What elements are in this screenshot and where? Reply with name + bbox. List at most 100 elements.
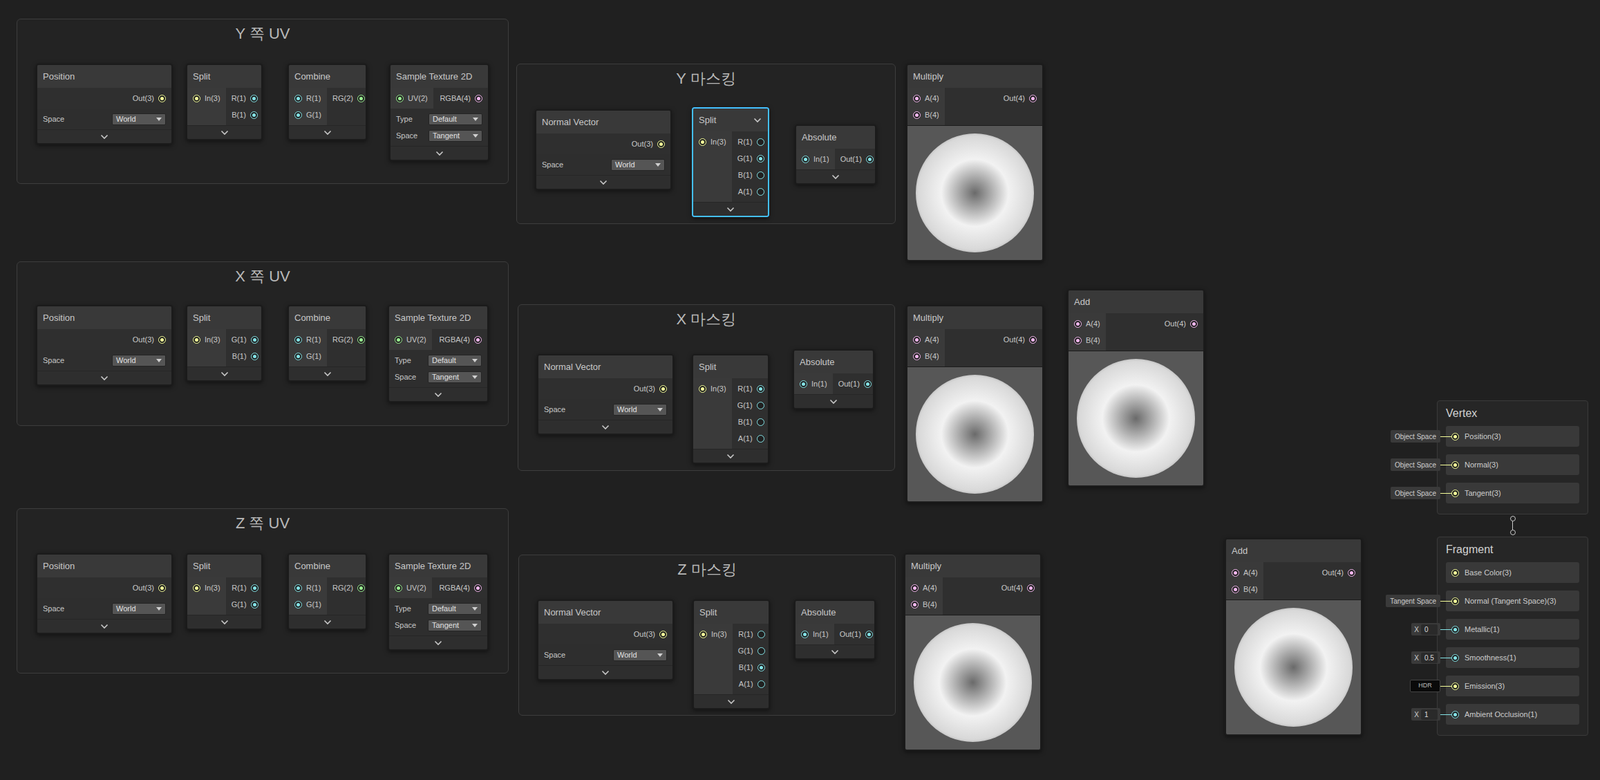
node-header[interactable]: Sample Texture 2D bbox=[389, 306, 488, 329]
node-header[interactable]: Combine bbox=[288, 554, 366, 578]
shader-node[interactable]: CombineR(1)G(1)RG(2) bbox=[287, 304, 367, 382]
output-port[interactable]: Out(3) bbox=[37, 331, 172, 348]
node-header[interactable]: Combine bbox=[288, 306, 366, 329]
node-header[interactable]: Multiply bbox=[907, 64, 1043, 88]
output-port[interactable]: B(1) bbox=[731, 413, 770, 430]
port-dot[interactable] bbox=[250, 584, 259, 592]
port-dot[interactable] bbox=[1451, 625, 1460, 634]
shader-node[interactable]: SplitIn(3)R(1)G(1) bbox=[185, 552, 263, 630]
node-header[interactable]: Normal Vector bbox=[536, 110, 671, 134]
chevron-icon[interactable] bbox=[219, 370, 230, 378]
port-dot[interactable] bbox=[657, 140, 665, 148]
port-dot[interactable] bbox=[294, 335, 303, 344]
chevron-icon[interactable] bbox=[830, 648, 840, 656]
field-dropdown[interactable]: Tangent bbox=[427, 619, 482, 632]
chevron-icon[interactable] bbox=[99, 622, 110, 630]
input-port[interactable]: In(3) bbox=[693, 380, 732, 397]
input-port[interactable]: B(4) bbox=[1068, 331, 1106, 349]
input-port[interactable]: A(4) bbox=[1068, 315, 1106, 332]
port-dot[interactable] bbox=[158, 335, 166, 344]
output-port[interactable]: RGBA(4) bbox=[431, 331, 488, 348]
output-port[interactable]: Out(1) bbox=[832, 375, 875, 392]
shader-node[interactable]: MultiplyA(4)B(4)Out(4) bbox=[906, 63, 1044, 262]
input-port[interactable]: G(1) bbox=[288, 347, 327, 365]
number-field[interactable]: X0.5 bbox=[1411, 651, 1441, 664]
chevron-icon[interactable] bbox=[725, 205, 736, 213]
input-port[interactable]: R(1) bbox=[288, 331, 327, 348]
stack-slot[interactable]: Base Color(3) bbox=[1445, 561, 1580, 583]
output-port[interactable]: A(1) bbox=[731, 183, 770, 200]
shader-node[interactable]: Normal VectorOut(3)SpaceWorld bbox=[534, 109, 672, 191]
port-dot[interactable] bbox=[1451, 460, 1460, 469]
shader-node[interactable]: Sample Texture 2DUV(2)RGBA(4)TypeDefault… bbox=[389, 63, 490, 162]
port-dot[interactable] bbox=[866, 155, 874, 164]
slot-input[interactable]: X0 bbox=[1411, 622, 1456, 636]
slot-input[interactable]: Object Space bbox=[1390, 486, 1456, 500]
output-port[interactable]: G(1) bbox=[731, 149, 770, 167]
input-port[interactable]: In(3) bbox=[693, 625, 733, 643]
port-dot[interactable] bbox=[756, 418, 765, 426]
port-dot[interactable] bbox=[294, 584, 303, 592]
port-dot[interactable] bbox=[756, 434, 765, 443]
port-dot[interactable] bbox=[659, 630, 667, 638]
input-port[interactable]: R(1) bbox=[288, 579, 327, 596]
chevron-icon[interactable] bbox=[828, 398, 839, 406]
port-dot[interactable] bbox=[474, 584, 482, 592]
node-header[interactable]: Position bbox=[37, 554, 172, 578]
output-port[interactable]: R(1) bbox=[226, 579, 263, 596]
stack-slot[interactable]: X1Ambient Occlusion(1) bbox=[1445, 703, 1580, 725]
port-dot[interactable] bbox=[913, 335, 921, 344]
field-dropdown[interactable]: Default bbox=[428, 113, 483, 126]
node-header[interactable]: Split bbox=[187, 64, 262, 88]
shader-node[interactable]: AddA(4)B(4)Out(4) bbox=[1224, 537, 1363, 736]
shader-node[interactable]: AddA(4)B(4)Out(4) bbox=[1067, 288, 1205, 487]
port-dot[interactable] bbox=[910, 584, 919, 592]
input-port[interactable]: B(4) bbox=[905, 595, 943, 613]
node-header[interactable]: Position bbox=[37, 64, 172, 88]
output-port[interactable]: B(1) bbox=[732, 658, 770, 676]
shader-node[interactable]: SplitIn(3)R(1)G(1)B(1)A(1) bbox=[692, 599, 770, 710]
output-port[interactable]: Out(3) bbox=[536, 135, 671, 153]
chevron-icon[interactable] bbox=[433, 391, 444, 399]
port-dot[interactable] bbox=[1231, 568, 1240, 577]
field-dropdown[interactable]: World bbox=[111, 602, 166, 615]
port-dot[interactable] bbox=[192, 584, 201, 592]
port-dot[interactable] bbox=[757, 646, 766, 655]
port-dot[interactable] bbox=[659, 384, 667, 393]
shader-node[interactable]: PositionOut(3)SpaceWorld bbox=[35, 304, 173, 386]
shader-node[interactable]: MultiplyA(4)B(4)Out(4) bbox=[906, 304, 1044, 503]
chevron-icon[interactable] bbox=[219, 129, 230, 137]
chevron-icon[interactable] bbox=[322, 618, 333, 626]
port-dot[interactable] bbox=[357, 335, 365, 344]
node-header[interactable]: Multiply bbox=[905, 554, 1041, 578]
input-port[interactable]: G(1) bbox=[288, 106, 327, 124]
port-dot[interactable] bbox=[1451, 432, 1460, 441]
port-dot[interactable] bbox=[192, 94, 201, 103]
chevron-icon[interactable] bbox=[726, 698, 737, 705]
port-dot[interactable] bbox=[698, 138, 707, 146]
port-dot[interactable] bbox=[757, 680, 766, 688]
input-port[interactable]: UV(2) bbox=[389, 331, 432, 348]
port-dot[interactable] bbox=[1347, 568, 1356, 577]
input-port[interactable]: B(4) bbox=[1226, 580, 1264, 598]
number-field[interactable]: X0 bbox=[1411, 622, 1441, 636]
stack-block[interactable]: VertexObject SpacePosition(3)Object Spac… bbox=[1436, 400, 1589, 515]
port-dot[interactable] bbox=[913, 111, 921, 119]
chevron-icon[interactable] bbox=[99, 133, 110, 141]
port-dot[interactable] bbox=[863, 380, 872, 388]
port-dot[interactable] bbox=[699, 630, 708, 638]
output-port[interactable]: G(1) bbox=[732, 642, 770, 659]
slot-input[interactable]: Object Space bbox=[1390, 458, 1456, 471]
shader-node[interactable]: Normal VectorOut(3)SpaceWorld bbox=[537, 599, 674, 681]
field-dropdown[interactable]: Tangent bbox=[428, 129, 483, 142]
field-dropdown[interactable]: Default bbox=[427, 602, 482, 615]
field-dropdown[interactable]: Tangent bbox=[427, 371, 482, 383]
shader-node[interactable]: SplitIn(3)R(1)G(1)B(1)A(1) bbox=[691, 107, 770, 218]
port-dot[interactable] bbox=[910, 600, 919, 609]
port-dot[interactable] bbox=[1451, 568, 1460, 577]
node-header[interactable]: Split bbox=[693, 108, 768, 132]
input-port[interactable]: B(4) bbox=[907, 347, 945, 365]
shader-node[interactable]: PositionOut(3)SpaceWorld bbox=[35, 63, 173, 145]
shader-node[interactable]: MultiplyA(4)B(4)Out(4) bbox=[904, 552, 1042, 751]
port-dot[interactable] bbox=[698, 384, 707, 393]
